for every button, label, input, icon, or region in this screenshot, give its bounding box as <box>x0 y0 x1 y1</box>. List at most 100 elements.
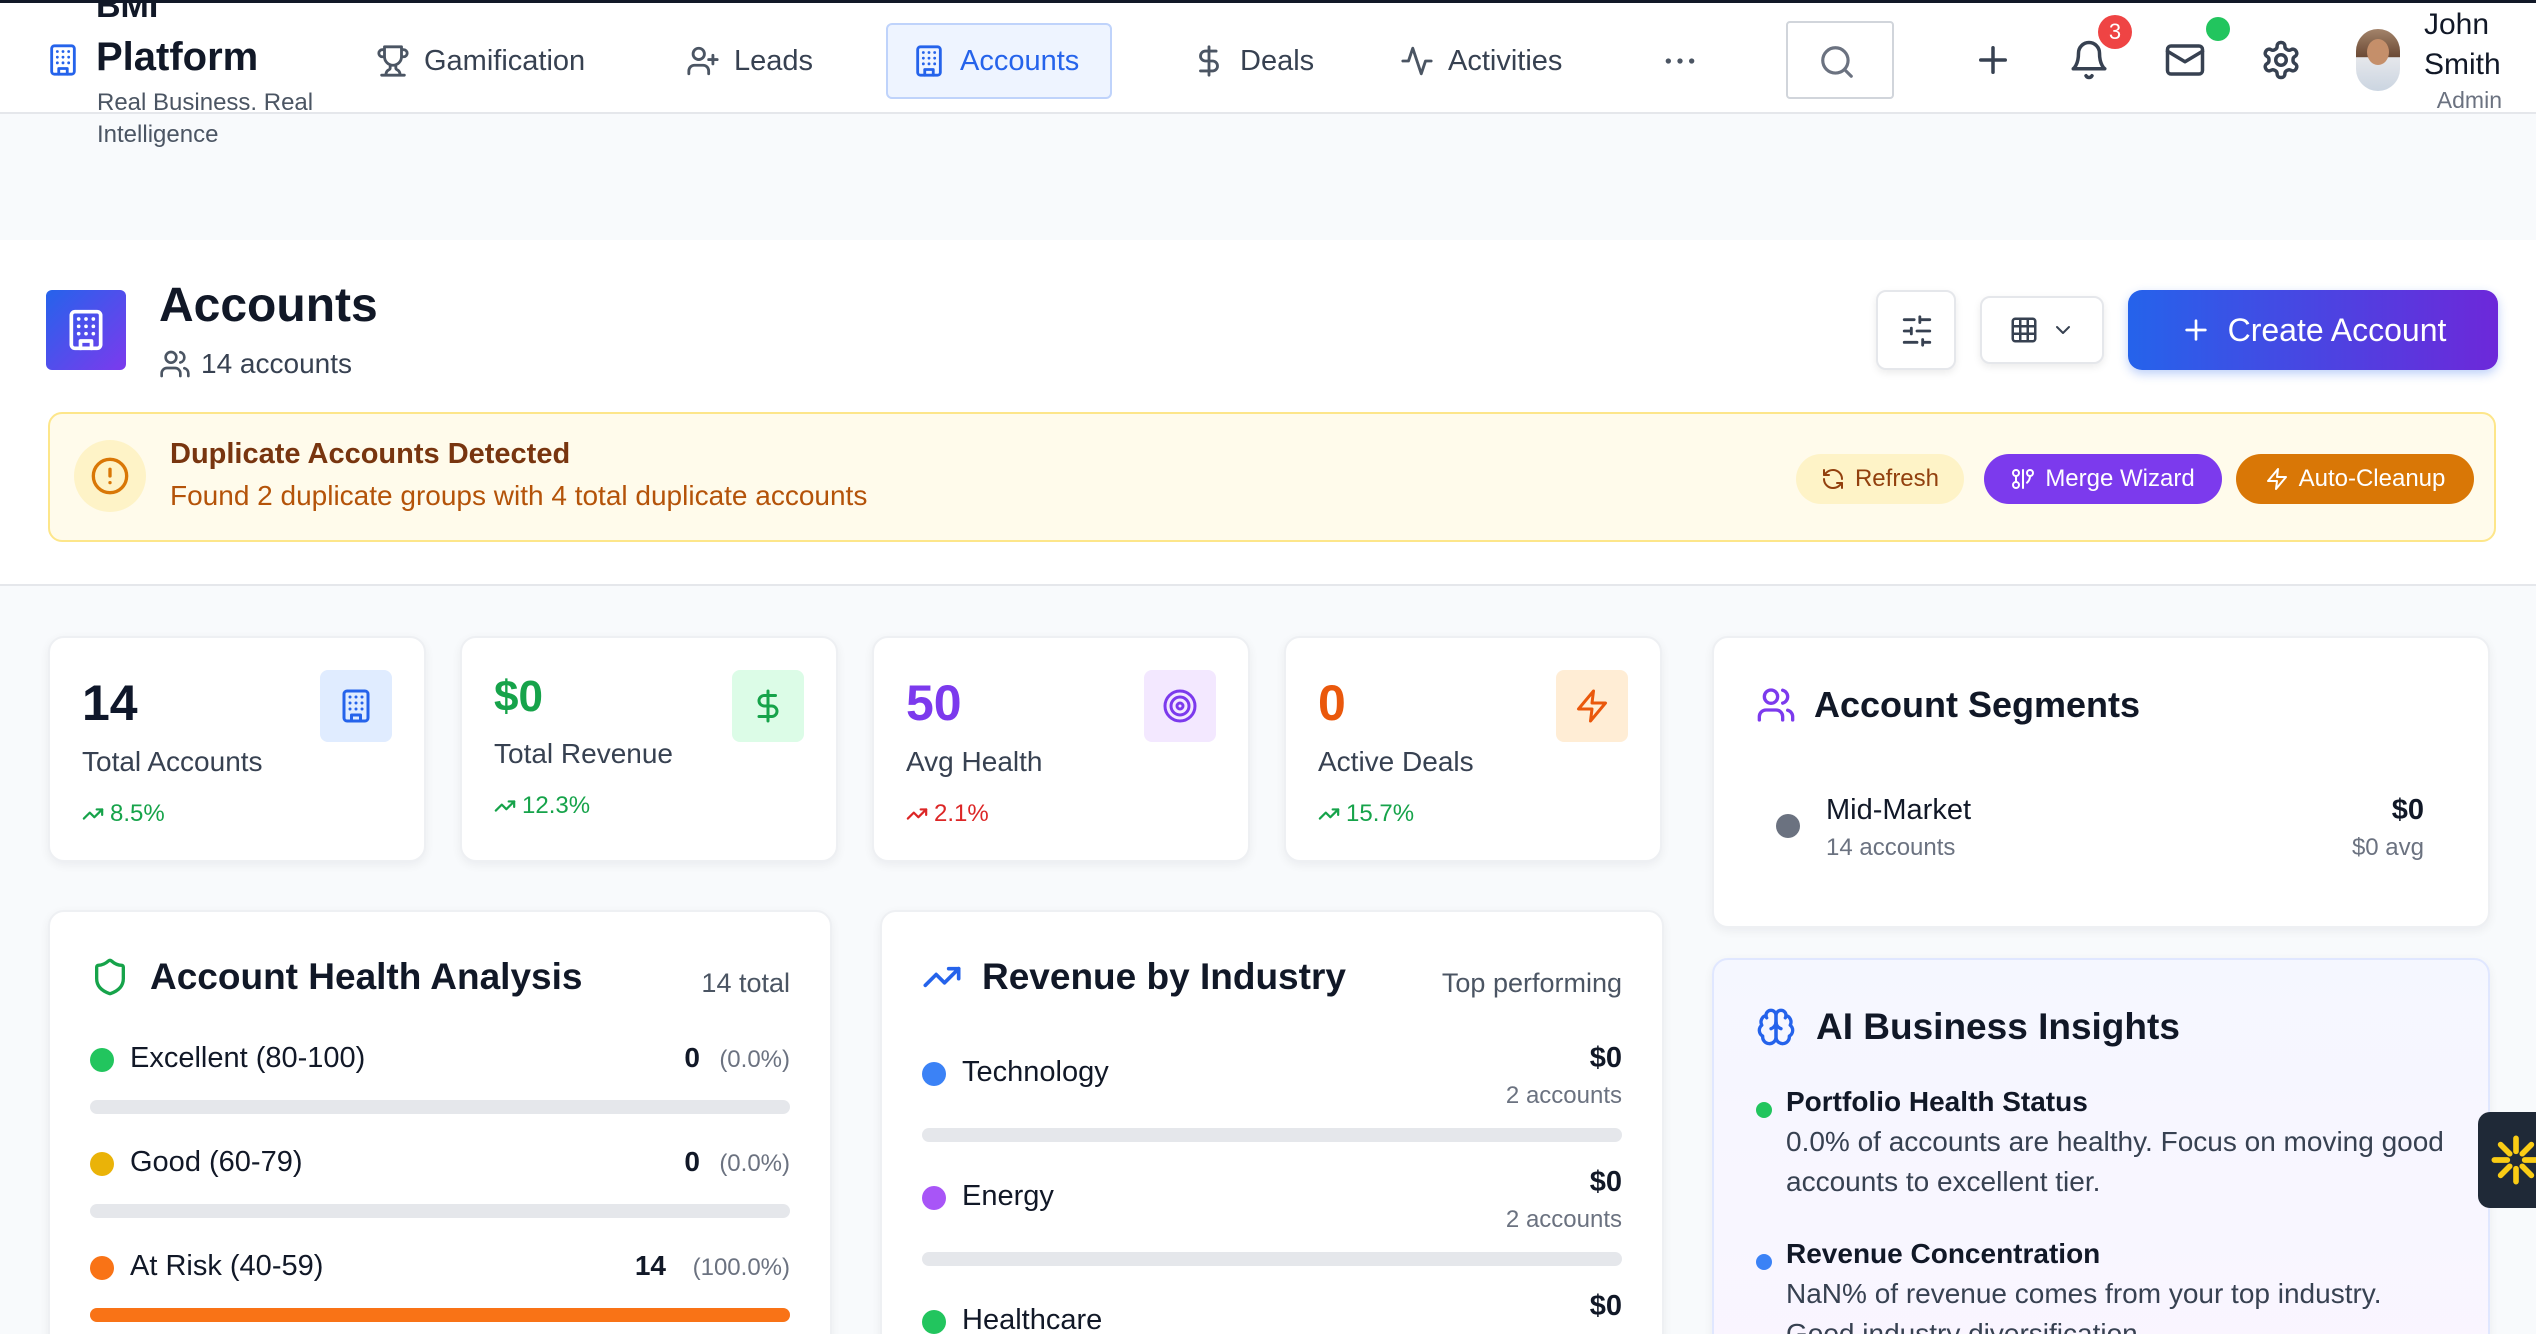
health-label: Good (60-79) <box>130 1146 303 1178</box>
merge-wizard-label: Merge Wizard <box>2045 465 2195 492</box>
health-bar-track <box>90 1100 790 1114</box>
refresh-icon <box>1822 469 1843 489</box>
industry-value: $0 <box>1589 1290 1622 1322</box>
alert-title: Duplicate Accounts Detected <box>170 438 571 470</box>
health-count: 0 <box>684 1042 700 1073</box>
brand-name[interactable]: Platform <box>96 35 258 79</box>
refresh-button[interactable]: Refresh <box>1796 454 1964 504</box>
nav-gamification[interactable]: Gamification <box>352 23 609 99</box>
health-total: 14 total <box>701 968 790 998</box>
insight-title: Revenue Concentration <box>1786 1238 2101 1269</box>
table-icon <box>2011 317 2037 343</box>
plus-icon <box>2184 319 2207 341</box>
industry-label: Energy <box>962 1180 1054 1212</box>
building-icon <box>69 309 103 351</box>
industry-label: Healthcare <box>962 1304 1103 1334</box>
filter-button[interactable] <box>1876 290 1956 370</box>
trending-up-icon <box>1318 808 1340 820</box>
health-count: 0 <box>684 1146 700 1177</box>
industry-count: 2 accounts <box>1505 1206 1622 1233</box>
health-dot-excellent <box>90 1048 114 1072</box>
stat-trend-value: 2.1% <box>934 800 989 827</box>
nav-activities[interactable]: Activities <box>1376 23 1586 99</box>
industry-value: $0 <box>1589 1166 1622 1198</box>
view-toggle-button[interactable] <box>1980 296 2104 364</box>
nav-leads-label: Leads <box>734 44 814 77</box>
health-pct: (0.0%) <box>719 1150 790 1177</box>
industry-bar-track <box>922 1252 1622 1266</box>
trophy-icon <box>377 45 409 77</box>
auto-cleanup-button[interactable]: Auto-Cleanup <box>2236 454 2474 504</box>
avatar[interactable] <box>2356 29 2400 91</box>
insight-text: NaN% of revenue comes from your top indu… <box>1786 1278 2382 1334</box>
search-icon <box>1821 46 1853 78</box>
shield-icon <box>95 958 126 996</box>
trending-up-icon <box>494 800 516 812</box>
settings-button[interactable] <box>2260 39 2302 81</box>
stat-value: 50 <box>906 675 962 731</box>
stat-card-total-accounts: 14 Total Accounts 8.5% <box>48 636 426 862</box>
health-bar-fill <box>90 1308 790 1322</box>
user-plus-icon <box>687 46 719 76</box>
nav-activities-label: Activities <box>1448 44 1563 77</box>
insight-title: Portfolio Health Status <box>1786 1086 2088 1117</box>
notification-badge: 3 <box>2098 15 2132 49</box>
health-bar-track <box>90 1204 790 1218</box>
trending-down-icon <box>906 808 928 820</box>
more-icon[interactable] <box>1660 41 1700 81</box>
stat-trend-value: 12.3% <box>522 792 591 819</box>
nav-deals[interactable]: Deals <box>1168 23 1338 99</box>
zap-icon <box>1556 670 1628 742</box>
assistant-launcher-button[interactable] <box>2478 1112 2536 1208</box>
zap-icon <box>2266 468 2287 490</box>
industry-dot <box>922 1186 946 1210</box>
stat-trend: 12.3% <box>494 792 590 820</box>
health-label: Excellent (80-100) <box>130 1042 366 1074</box>
nav-gamification-label: Gamification <box>424 44 586 77</box>
dollar-icon <box>732 670 804 742</box>
industry-label: Technology <box>962 1056 1109 1088</box>
online-status-dot <box>2206 17 2230 41</box>
stat-label: Avg Health <box>906 746 1043 777</box>
industry-dot <box>922 1310 946 1334</box>
nav-leads[interactable]: Leads <box>662 23 837 99</box>
segment-color-dot <box>1776 814 1800 838</box>
ai-insights-card: AI Business Insights Portfolio Health St… <box>1712 958 2490 1334</box>
account-count: 14 accounts <box>159 348 352 380</box>
health-pct: (0.0%) <box>719 1046 790 1073</box>
industry-bar-track <box>922 1128 1622 1142</box>
stat-value: 14 <box>82 675 138 731</box>
target-icon <box>1144 670 1216 742</box>
top-navigation-bar: BMI Platform Real Business. Real Intelli… <box>0 0 2536 148</box>
gear-icon <box>2263 40 2299 80</box>
users-icon <box>1757 688 1795 722</box>
search-button[interactable] <box>1786 21 1894 99</box>
user-role: Admin <box>2436 87 2502 113</box>
health-bar-track <box>90 1308 790 1322</box>
messages-button[interactable] <box>2164 39 2206 81</box>
user-name[interactable]: John Smith <box>2424 5 2504 85</box>
account-health-card: Account Health Analysis 14 total Excelle… <box>48 910 832 1334</box>
merge-wizard-button[interactable]: Merge Wizard <box>1984 454 2222 504</box>
merge-icon <box>2012 469 2035 489</box>
brand-tagline: Real Business. Real Intelligence <box>97 89 314 148</box>
nav-accounts[interactable]: Accounts <box>886 23 1112 99</box>
brain-icon <box>1757 1008 1795 1046</box>
segment-count: 14 accounts <box>1826 834 1956 861</box>
industry-subtitle: Top performing <box>1441 968 1622 998</box>
create-account-button[interactable]: Create Account <box>2128 290 2498 370</box>
segment-value: $0 <box>2391 794 2424 826</box>
refresh-label: Refresh <box>1854 465 1940 492</box>
industry-dot <box>922 1062 946 1086</box>
health-count: 14 <box>634 1250 666 1281</box>
stat-card-total-revenue: $0 Total Revenue 12.3% <box>460 636 838 862</box>
segments-title: Account Segments <box>1756 684 2140 726</box>
stat-card-avg-health: 50 Avg Health 2.1% <box>872 636 1250 862</box>
stat-value: 0 <box>1318 675 1346 731</box>
health-dot-good <box>90 1152 114 1176</box>
add-button[interactable] <box>1972 39 2014 81</box>
health-label: At Risk (40-59) <box>130 1250 324 1282</box>
dollar-icon <box>1199 45 1219 77</box>
industry-title: Revenue by Industry <box>922 956 1346 998</box>
mail-icon <box>2165 44 2205 76</box>
